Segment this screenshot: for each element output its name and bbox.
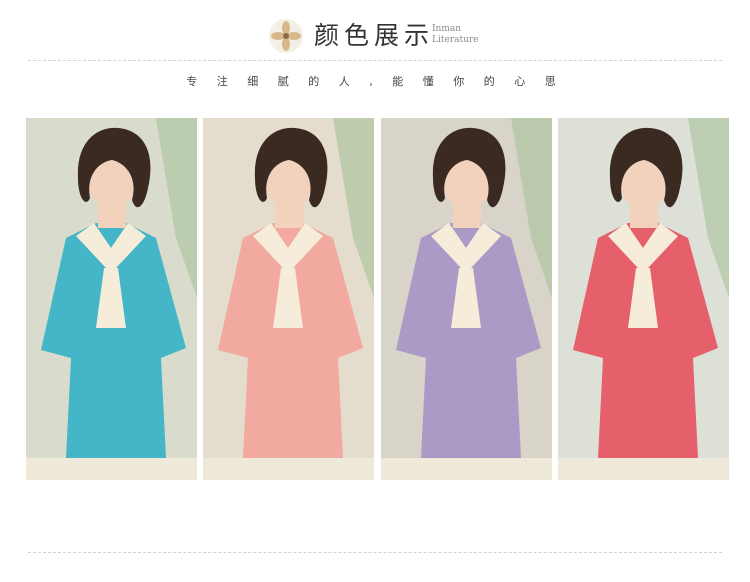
product-photo-red[interactable] [558, 118, 729, 480]
top-divider [28, 60, 722, 61]
product-photos [26, 118, 731, 480]
header: 颜色展示 Inman Literature [0, 0, 750, 60]
product-photo-blue[interactable] [26, 118, 197, 480]
product-photo-purple[interactable] [381, 118, 552, 480]
brand-line-1: Inman [432, 24, 462, 34]
page-title: 颜色展示 [314, 21, 435, 50]
bottom-divider [28, 552, 722, 553]
brand-line-2: Literature [432, 35, 479, 45]
slogan: 专 注 细 腻 的 人 , 能 懂 你 的 心 思 [186, 75, 564, 88]
flower-icon [269, 19, 303, 53]
product-photo-pink[interactable] [203, 118, 374, 480]
brand-label: Inman Literature [432, 24, 479, 46]
